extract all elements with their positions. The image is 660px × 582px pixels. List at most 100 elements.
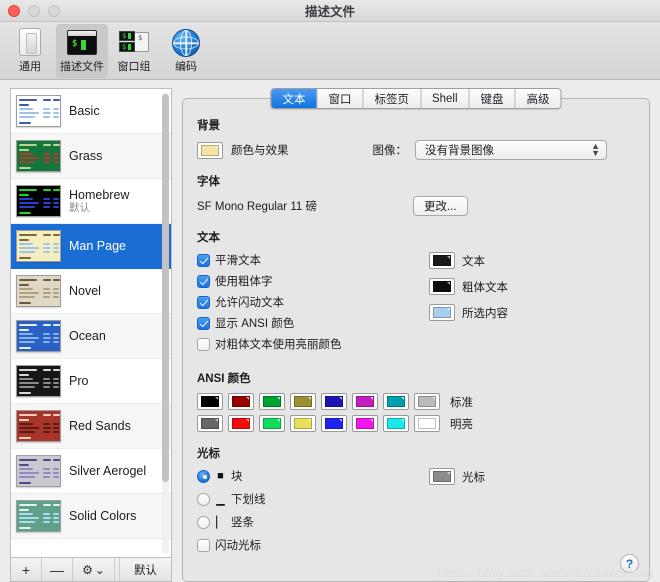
ansi-color-swatch[interactable]: [197, 415, 223, 432]
tab-4[interactable]: 键盘: [469, 89, 516, 108]
profile-list-item[interactable]: Ocean: [11, 314, 171, 359]
ansi-color-swatch[interactable]: [352, 415, 378, 432]
set-default-button[interactable]: 默认: [119, 558, 171, 581]
cursor-color-label: 光标: [462, 471, 485, 484]
color-swatch-button[interactable]: [429, 468, 455, 485]
background-image-field-label: 图像：: [372, 145, 408, 157]
cursor-style-radio[interactable]: ▏ 竖条: [197, 514, 429, 530]
profile-name: Man Page: [69, 238, 126, 253]
profile-list-item[interactable]: Solid Colors: [11, 494, 171, 539]
help-button[interactable]: ?: [620, 554, 639, 573]
text-option-checkbox[interactable]: 允许闪动文本: [197, 294, 429, 310]
checkbox-checked-icon[interactable]: [197, 316, 210, 330]
toolbar-item-encoding[interactable]: 编码: [160, 24, 212, 78]
profile-list-item[interactable]: Grass: [11, 134, 171, 179]
profile-list-item[interactable]: Basic: [11, 89, 171, 134]
close-button[interactable]: [8, 4, 20, 17]
toolbar-label-encoding: 编码: [175, 61, 197, 73]
ansi-color-swatch[interactable]: [228, 415, 254, 432]
profile-list[interactable]: Basic Grass Homebrew 默认 Man Page Novel Ocean Pr…: [10, 88, 172, 557]
radio-selected-icon[interactable]: [197, 469, 210, 483]
radio-unselected-icon[interactable]: [197, 492, 210, 506]
cursor-color-row: 光标: [429, 468, 635, 485]
profile-list-item[interactable]: Novel: [11, 269, 171, 314]
blink-cursor-label: 闪动光标: [215, 540, 261, 552]
tab-1[interactable]: 窗口: [317, 89, 364, 108]
tab-5[interactable]: 高级: [515, 89, 561, 108]
profiles-sidebar: Basic Grass Homebrew 默认 Man Page Novel Ocean Pr…: [10, 88, 172, 582]
tab-label: 标签页: [374, 93, 409, 106]
tab-label: 高级: [526, 93, 550, 106]
toolbar-item-profiles[interactable]: 描述文件: [56, 24, 108, 78]
text-section: 文本 平滑文本 使用粗体字 允许闪动文本 显示 ANSI 颜色 对粗体文本使用亮丽颜色 …: [197, 229, 635, 357]
profile-name: Basic: [69, 103, 100, 118]
background-color-swatch[interactable]: [197, 141, 223, 159]
color-swatch-button[interactable]: [429, 304, 455, 321]
profile-name: Homebrew: [69, 187, 130, 202]
change-font-button[interactable]: 更改...: [412, 196, 468, 216]
profile-list-item[interactable]: Homebrew 默认: [11, 179, 171, 224]
profile-list-item[interactable]: Man Page: [11, 224, 171, 269]
ansi-color-swatch[interactable]: [290, 415, 316, 432]
profile-thumbnail: [16, 185, 61, 217]
cursor-style-label: 竖条: [231, 517, 254, 529]
text-option-checkbox[interactable]: 使用粗体字: [197, 273, 429, 289]
cursor-style-radio[interactable]: ▁ 下划线: [197, 491, 429, 507]
checkbox-checked-icon[interactable]: [197, 253, 210, 267]
profile-text: Solid Colors: [69, 509, 136, 523]
ansi-color-swatch[interactable]: [259, 393, 285, 410]
checkbox-unchecked-icon[interactable]: [197, 337, 210, 351]
add-profile-button[interactable]: +: [11, 558, 42, 581]
ansi-color-swatch[interactable]: [414, 393, 440, 410]
ansi-color-swatch[interactable]: [228, 393, 254, 410]
minimize-button[interactable]: [28, 4, 40, 17]
blink-cursor-checkbox[interactable]: 闪动光标: [197, 537, 429, 553]
ansi-row-label: 标准: [450, 396, 473, 409]
background-image-value: 没有背景图像: [425, 145, 494, 157]
profile-actions-button[interactable]: ⚙ ⌄: [73, 558, 115, 581]
checkbox-checked-icon[interactable]: [197, 295, 210, 309]
color-swatch-button[interactable]: [429, 252, 455, 269]
cursor-section: 光标 ■ 块 ▁ 下划线 ▏ 竖条 闪动光标 光标: [197, 445, 635, 558]
background-image-select[interactable]: 没有背景图像 ▲ ▼: [415, 140, 607, 160]
preferences-toolbar: 通用 描述文件 窗口组 编码: [0, 22, 660, 80]
text-option-checkbox[interactable]: 对粗体文本使用亮丽颜色: [197, 336, 429, 352]
checkbox-unchecked-icon[interactable]: [197, 538, 210, 552]
ansi-color-swatch[interactable]: [290, 393, 316, 410]
ansi-color-swatch[interactable]: [321, 415, 347, 432]
maximize-button[interactable]: [48, 4, 60, 17]
ansi-color-swatch[interactable]: [259, 415, 285, 432]
tab-0[interactable]: 文本: [271, 89, 318, 108]
text-option-label: 使用粗体字: [215, 276, 273, 288]
profile-list-item[interactable]: Silver Aerogel: [11, 449, 171, 494]
checkbox-checked-icon[interactable]: [197, 274, 210, 288]
profile-name: Pro: [69, 373, 89, 388]
ansi-color-swatch[interactable]: [352, 393, 378, 410]
ansi-color-row: 明亮: [197, 415, 635, 432]
toolbar-item-general[interactable]: 通用: [4, 24, 56, 78]
toolbar-item-window-groups[interactable]: 窗口组: [108, 24, 160, 78]
remove-profile-button[interactable]: —: [42, 558, 73, 581]
cursor-style-radio[interactable]: ■ 块: [197, 468, 429, 484]
toolbar-label-general: 通用: [19, 61, 41, 73]
settings-tab-box: 文本 窗口 标签页 Shell 键盘 高级 背景 颜色与效果 图像： 没有背景图像 ▲ ▼: [182, 88, 650, 582]
text-option-checkbox[interactable]: 平滑文本: [197, 252, 429, 268]
color-swatch-button[interactable]: [429, 278, 455, 295]
ansi-color-swatch[interactable]: [414, 415, 440, 432]
ansi-row-label: 明亮: [450, 418, 473, 431]
profile-list-scrollbar[interactable]: [162, 92, 169, 554]
tab-3[interactable]: Shell: [420, 89, 470, 108]
radio-unselected-icon[interactable]: [197, 515, 210, 529]
cursor-shape-glyph: ▏: [216, 516, 225, 529]
cursor-color-swatch-group: 光标: [429, 468, 635, 558]
cursor-style-label: 块: [231, 471, 243, 483]
text-option-checkbox[interactable]: 显示 ANSI 颜色: [197, 315, 429, 331]
ansi-color-swatch[interactable]: [197, 393, 223, 410]
profile-list-item[interactable]: Pro: [11, 359, 171, 404]
profile-list-item[interactable]: Red Sands: [11, 404, 171, 449]
ansi-color-swatch[interactable]: [383, 393, 409, 410]
tab-2[interactable]: 标签页: [363, 89, 421, 108]
ansi-color-swatch[interactable]: [383, 415, 409, 432]
profile-name: Red Sands: [69, 418, 131, 433]
ansi-color-swatch[interactable]: [321, 393, 347, 410]
